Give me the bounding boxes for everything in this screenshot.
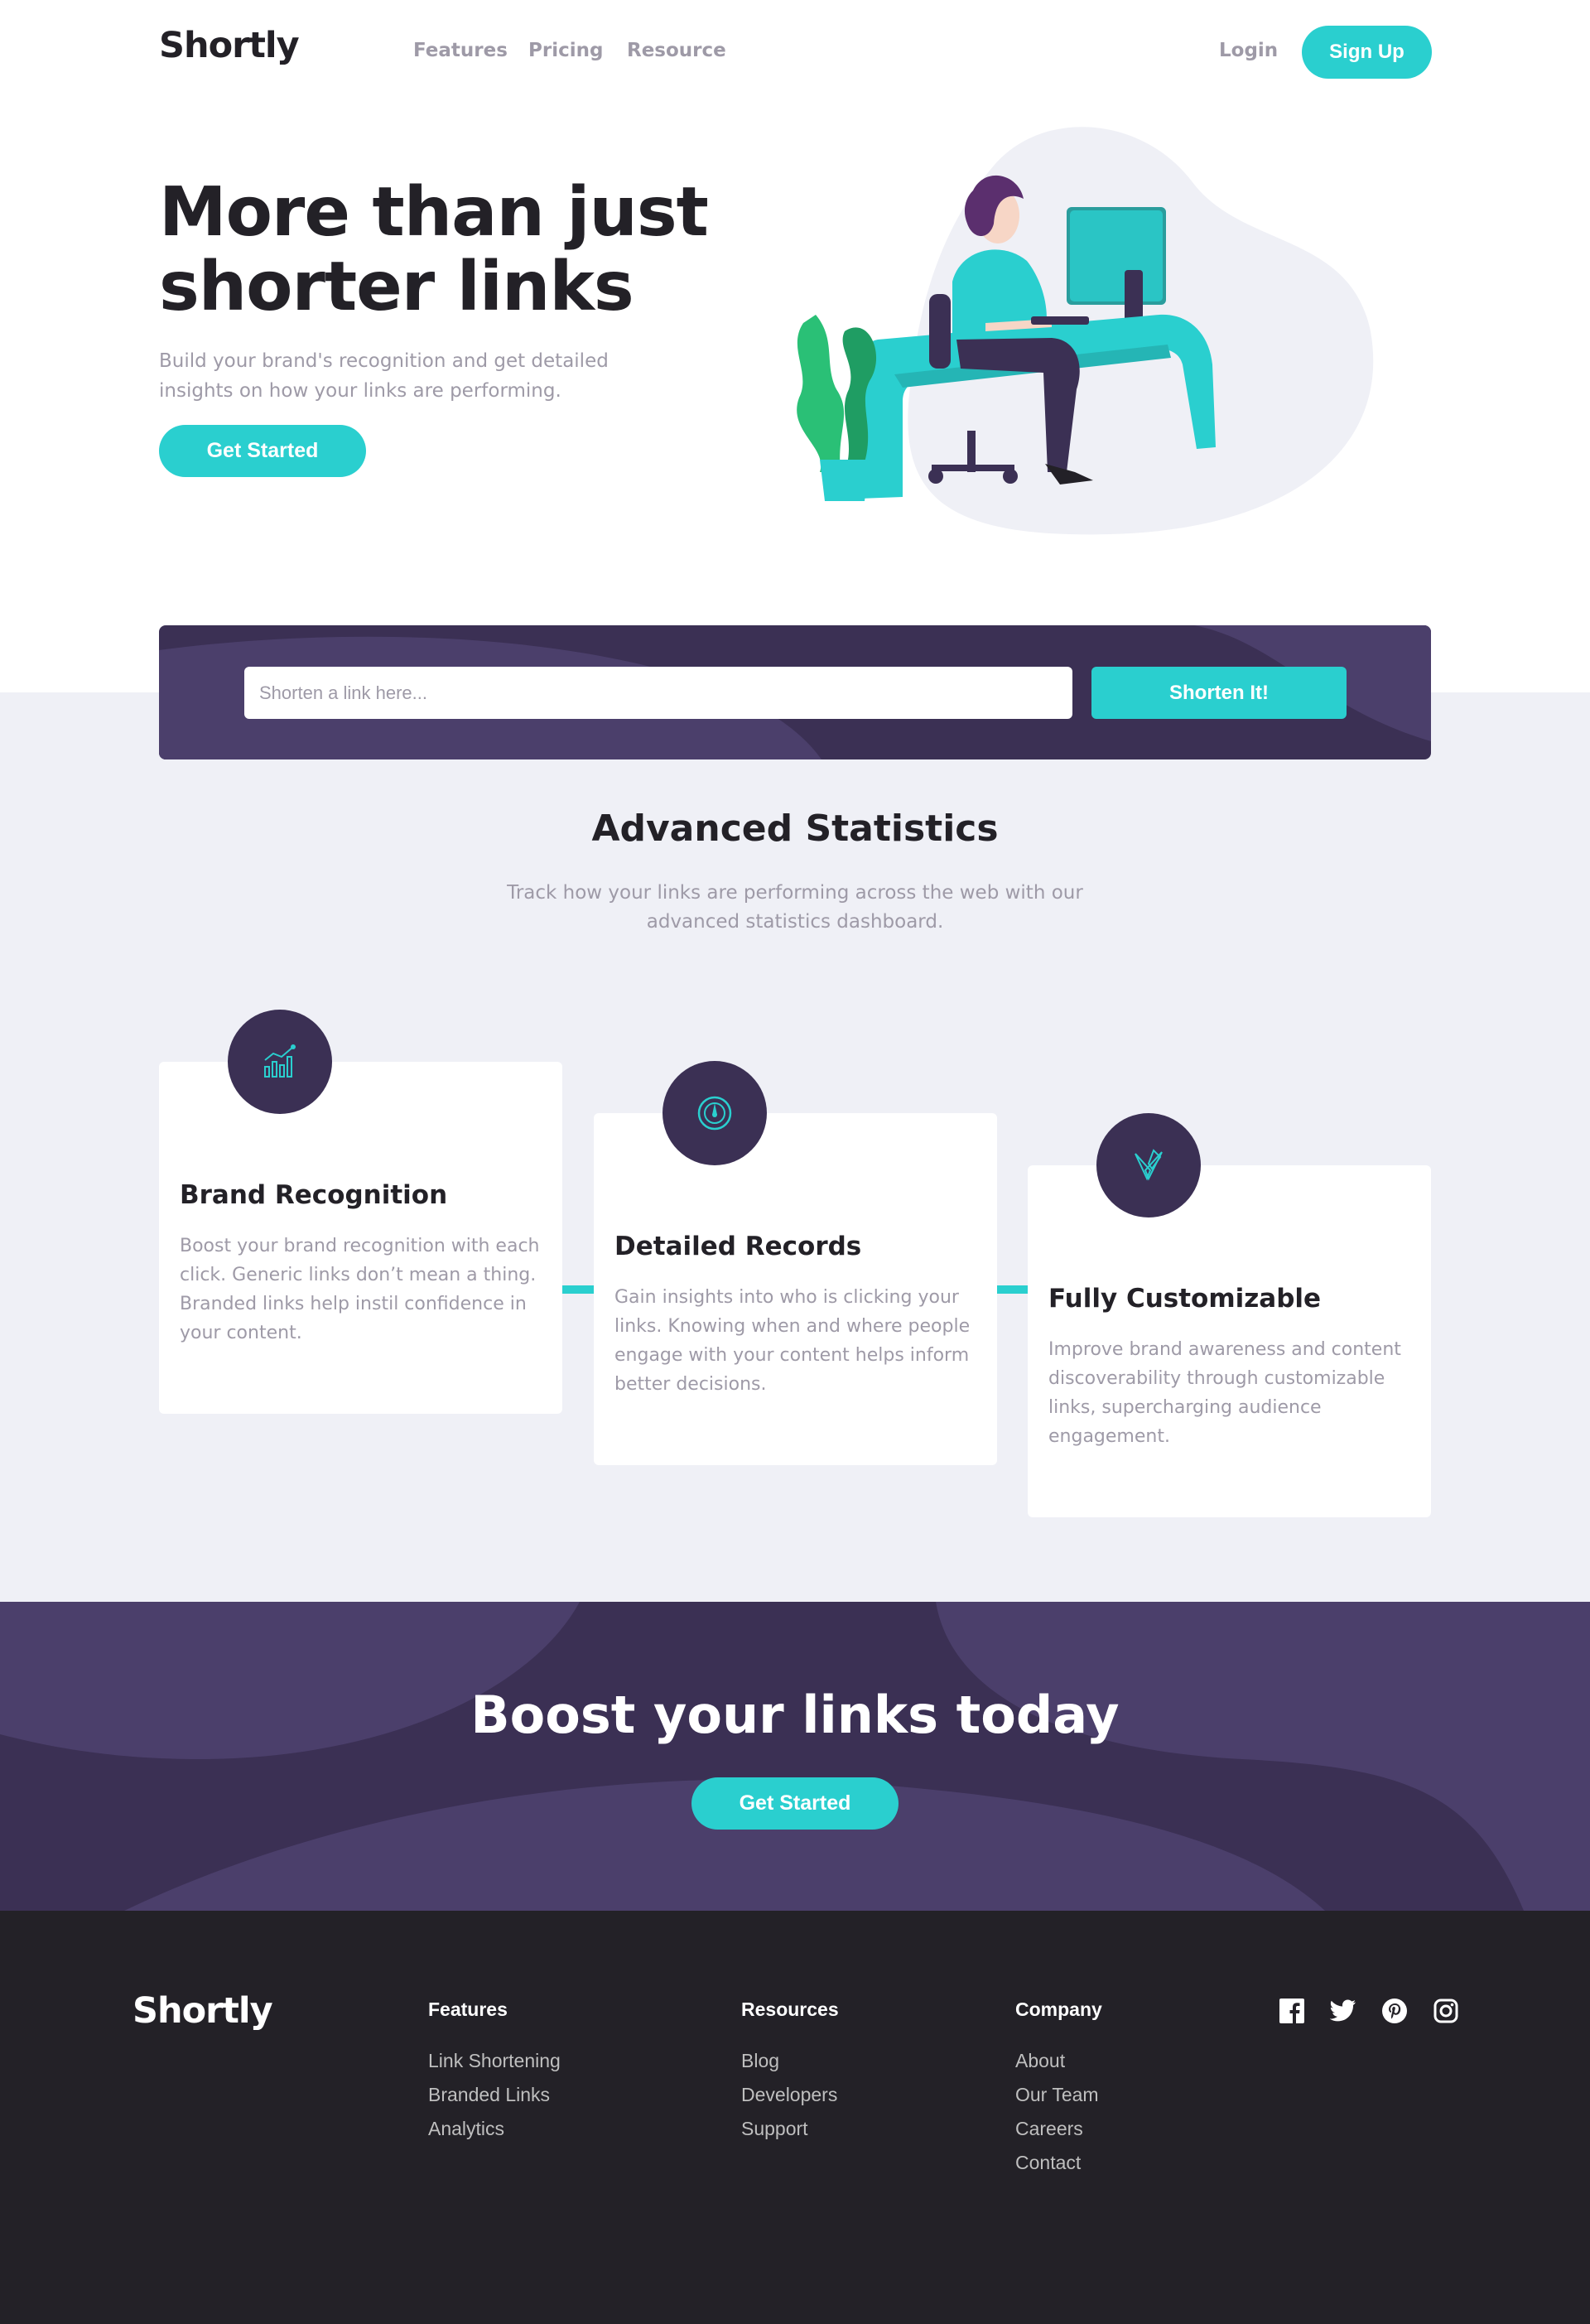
footer-heading: Company <box>1015 1999 1102 2020</box>
working-illustration <box>797 127 1374 535</box>
footer: Shortly Features Link Shortening Branded… <box>0 1911 1590 2324</box>
shorten-button[interactable]: Shorten It! <box>1091 667 1347 719</box>
hero-get-started-button[interactable]: Get Started <box>159 425 366 477</box>
top-nav: Shortly Features Pricing Resource Login … <box>0 0 1590 104</box>
twitter-icon[interactable] <box>1329 1997 1357 2025</box>
shorten-url-input[interactable] <box>244 667 1072 719</box>
shorten-form: Shorten It! <box>159 625 1431 759</box>
card-title: Brand Recognition <box>180 1180 448 1210</box>
footer-link[interactable]: Contact <box>1015 2146 1102 2180</box>
footer-logo[interactable]: Shortly <box>132 1990 273 2032</box>
footer-column-features: Features Link Shortening Branded Links A… <box>428 1999 561 2146</box>
stats-subtitle: Track how your links are performing acro… <box>507 882 1083 933</box>
nav-link-resource[interactable]: Resource <box>627 40 726 61</box>
footer-link[interactable]: About <box>1015 2044 1102 2078</box>
footer-link[interactable]: Blog <box>741 2044 839 2078</box>
stat-card-brand-recognition: Brand Recognition Boost your brand recog… <box>159 1010 562 1414</box>
card-text: Boost your brand recognition with each c… <box>180 1236 540 1343</box>
boost-bg-shape <box>0 1602 1590 1911</box>
card-text: Improve brand awareness and content disc… <box>1048 1339 1401 1447</box>
login-link[interactable]: Login <box>1219 40 1278 61</box>
hero-title: More than just shorter links <box>159 173 709 326</box>
footer-link[interactable]: Analytics <box>428 2112 561 2146</box>
footer-link[interactable]: Developers <box>741 2078 839 2112</box>
instagram-icon[interactable] <box>1432 1997 1460 2025</box>
pens-icon <box>1096 1113 1201 1217</box>
footer-column-company: Company About Our Team Careers Contact <box>1015 1999 1102 2180</box>
footer-link[interactable]: Our Team <box>1015 2078 1102 2112</box>
nav-link-features[interactable]: Features <box>413 40 508 61</box>
footer-heading: Features <box>428 1999 508 2020</box>
card-text: Gain insights into who is clicking your … <box>614 1287 971 1395</box>
social-links <box>1278 1997 1460 2025</box>
card-title: Fully Customizable <box>1048 1284 1322 1314</box>
footer-link[interactable]: Branded Links <box>428 2078 561 2112</box>
footer-link[interactable]: Support <box>741 2112 839 2146</box>
stat-card-fully-customizable: Fully Customizable Improve brand awarene… <box>1028 1113 1431 1517</box>
boost-title: Boost your links today <box>470 1685 1120 1745</box>
footer-heading: Resources <box>741 1999 839 2020</box>
boost-get-started-button[interactable]: Get Started <box>691 1777 899 1830</box>
card-title: Detailed Records <box>614 1232 862 1261</box>
footer-link[interactable]: Link Shortening <box>428 2044 561 2078</box>
stats-title: Advanced Statistics <box>591 808 999 850</box>
site-logo[interactable]: Shortly <box>159 25 300 66</box>
chart-icon <box>228 1010 332 1114</box>
boost-section: Boost your links today Get Started <box>0 1602 1590 1911</box>
pinterest-icon[interactable] <box>1380 1997 1409 2025</box>
signup-button[interactable]: Sign Up <box>1302 26 1432 79</box>
footer-link[interactable]: Careers <box>1015 2112 1102 2146</box>
facebook-icon[interactable] <box>1278 1997 1306 2025</box>
gauge-icon <box>662 1061 767 1165</box>
stat-card-detailed-records: Detailed Records Gain insights into who … <box>594 1061 997 1465</box>
nav-link-pricing[interactable]: Pricing <box>528 40 603 61</box>
hero-subtitle: Build your brand's recognition and get d… <box>159 350 609 402</box>
footer-column-resources: Resources Blog Developers Support <box>741 1999 839 2146</box>
